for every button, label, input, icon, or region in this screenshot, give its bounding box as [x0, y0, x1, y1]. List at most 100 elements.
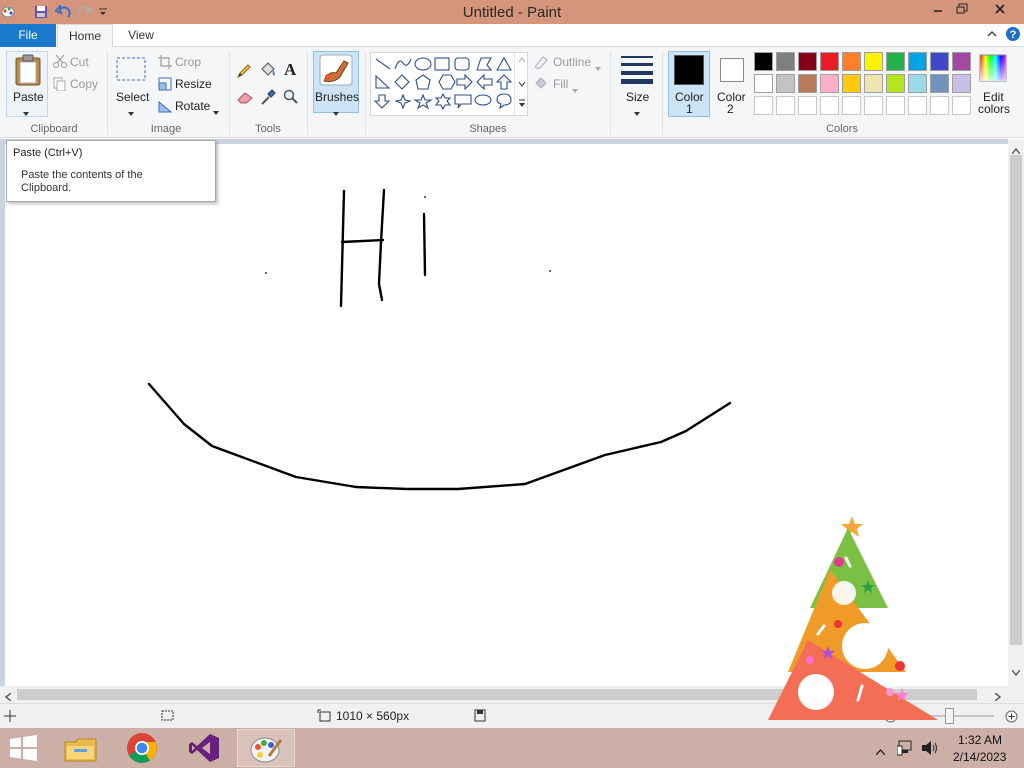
vertical-scrollbar[interactable] [1008, 139, 1024, 686]
resize-icon[interactable] [158, 77, 172, 94]
scroll-right-icon[interactable] [994, 690, 1002, 704]
crop-icon[interactable] [158, 55, 172, 72]
palette-empty-swatch[interactable] [952, 96, 971, 115]
copy-icon[interactable] [53, 77, 67, 94]
size-button[interactable]: Size [626, 90, 649, 104]
edit-colors-icon[interactable] [978, 53, 1008, 86]
selection-size-icon [160, 709, 176, 726]
palette-empty-swatch[interactable] [864, 96, 883, 115]
eraser-icon[interactable] [236, 90, 254, 107]
fill-icon[interactable] [533, 76, 549, 93]
dot-right [549, 270, 551, 272]
volume-icon[interactable] [921, 740, 939, 759]
outline-dropdown-icon[interactable] [595, 60, 601, 74]
rotate-dropdown-icon[interactable] [213, 104, 219, 118]
rectangle-shape-icon [434, 57, 450, 71]
palette-empty-swatch[interactable] [930, 96, 949, 115]
palette-color-swatch[interactable] [952, 52, 971, 71]
outline-icon[interactable] [533, 55, 549, 72]
copy-button[interactable]: Copy [70, 77, 98, 91]
select-rectangle-icon[interactable] [115, 56, 147, 85]
brushes-dropdown-icon[interactable] [333, 105, 339, 119]
pencil-icon[interactable] [236, 63, 252, 82]
windows-start-icon[interactable] [9, 735, 39, 764]
palette-color-swatch[interactable] [842, 74, 861, 93]
color1-swatch [674, 55, 704, 85]
tab-file[interactable]: File [0, 24, 56, 47]
edit-colors-label-2[interactable]: colors [978, 102, 1010, 116]
scroll-left-icon[interactable] [4, 690, 12, 704]
fill-button[interactable]: Fill [553, 77, 568, 91]
palette-color-swatch[interactable] [908, 52, 927, 71]
color2-number: 2 [727, 102, 734, 116]
close-button[interactable] [977, 0, 1022, 20]
palette-color-swatch[interactable] [776, 74, 795, 93]
palette-color-swatch[interactable] [820, 74, 839, 93]
shapes-scroller[interactable] [514, 53, 528, 115]
christmas-tree-gadget[interactable] [762, 500, 948, 731]
down-arrow-shape-icon [373, 94, 391, 109]
palette-empty-swatch[interactable] [908, 96, 927, 115]
fill-bucket-icon[interactable] [259, 61, 277, 82]
palette-color-swatch[interactable] [754, 52, 773, 71]
clock-time[interactable]: 1:32 AM [958, 733, 1002, 747]
palette-empty-swatch[interactable] [754, 96, 773, 115]
palette-empty-swatch[interactable] [798, 96, 817, 115]
callout-rect-shape-icon [454, 94, 472, 109]
resize-button[interactable]: Resize [175, 77, 212, 91]
palette-color-swatch[interactable] [820, 52, 839, 71]
select-dropdown-icon[interactable] [128, 105, 134, 119]
palette-color-swatch[interactable] [908, 74, 927, 93]
cut-icon[interactable] [53, 54, 67, 71]
palette-color-swatch[interactable] [886, 74, 905, 93]
network-icon[interactable] [896, 740, 915, 759]
cut-button[interactable]: Cut [70, 55, 89, 69]
palette-color-swatch[interactable] [798, 52, 817, 71]
palette-color-swatch[interactable] [952, 74, 971, 93]
color2-swatch[interactable] [720, 58, 744, 82]
outline-button[interactable]: Outline [553, 55, 591, 69]
shapes-gallery[interactable] [370, 52, 528, 116]
palette-color-swatch[interactable] [930, 74, 949, 93]
show-hidden-icons[interactable] [875, 744, 886, 758]
window-title: Untitled - Paint [462, 4, 562, 21]
file-explorer-icon[interactable] [63, 734, 99, 767]
clock-date[interactable]: 2/14/2023 [953, 750, 1006, 764]
help-icon[interactable]: ? [1005, 26, 1021, 45]
palette-color-swatch[interactable] [886, 52, 905, 71]
palette-empty-swatch[interactable] [886, 96, 905, 115]
tab-home[interactable]: Home [57, 24, 113, 48]
paint-taskbar-icon[interactable] [249, 734, 283, 767]
fill-dropdown-icon[interactable] [572, 82, 578, 96]
collapse-ribbon-icon[interactable] [986, 27, 998, 44]
tab-view[interactable]: View [118, 24, 164, 48]
color-picker-icon[interactable] [260, 88, 276, 109]
palette-empty-swatch[interactable] [842, 96, 861, 115]
visual-studio-icon[interactable] [188, 733, 220, 766]
magnifier-icon[interactable] [283, 89, 299, 108]
chrome-icon[interactable] [126, 732, 158, 767]
maximize-button[interactable] [951, 0, 973, 20]
palette-empty-swatch[interactable] [776, 96, 795, 115]
palette-color-swatch[interactable] [754, 74, 773, 93]
scroll-down-icon[interactable] [1011, 665, 1021, 679]
vertical-scroll-thumb[interactable] [1010, 155, 1022, 645]
size-dropdown-icon[interactable] [634, 105, 640, 119]
size-lines-icon[interactable] [620, 55, 654, 88]
stroke-h-right [377, 188, 386, 302]
palette-empty-swatch[interactable] [820, 96, 839, 115]
palette-color-swatch[interactable] [798, 74, 817, 93]
rotate-button[interactable]: Rotate [175, 99, 210, 113]
minimize-button[interactable] [927, 0, 949, 20]
palette-color-swatch[interactable] [776, 52, 795, 71]
palette-color-swatch[interactable] [930, 52, 949, 71]
select-button[interactable]: Select [116, 90, 149, 104]
text-tool-icon[interactable]: A [284, 60, 296, 80]
crop-button[interactable]: Crop [175, 55, 201, 69]
palette-color-swatch[interactable] [864, 52, 883, 71]
zoom-in-button[interactable] [1005, 710, 1018, 726]
palette-color-swatch[interactable] [842, 52, 861, 71]
palette-color-swatch[interactable] [864, 74, 883, 93]
paste-dropdown-icon[interactable] [23, 105, 29, 119]
rotate-icon[interactable] [158, 99, 173, 116]
